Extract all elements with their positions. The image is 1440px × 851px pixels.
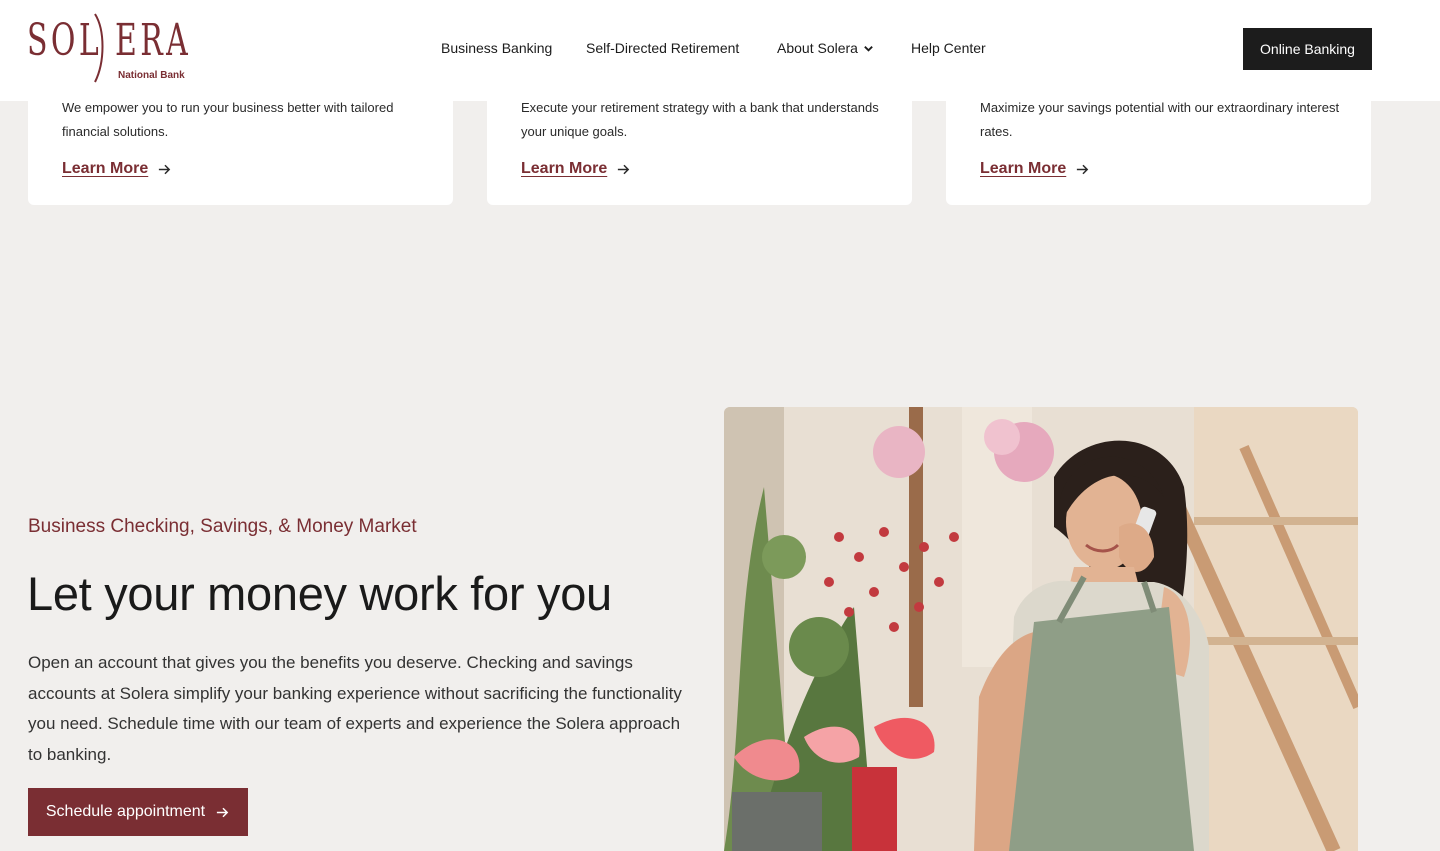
logo-mark-icon: [94, 13, 104, 83]
learn-more-label: Learn More: [521, 160, 608, 177]
arrow-right-icon: [216, 807, 229, 817]
card-text: Execute your retirement strategy with a …: [521, 100, 879, 139]
nav-about-solera[interactable]: About Solera: [777, 40, 874, 56]
nav-business-banking[interactable]: Business Banking: [441, 40, 552, 56]
section-headline: Let your money work for you: [27, 567, 612, 620]
section-body: Open an account that gives you the benef…: [28, 653, 682, 764]
learn-more-link[interactable]: Learn More: [62, 160, 172, 178]
chevron-down-icon: [864, 45, 873, 52]
logo-wordmark: SOL ERA: [27, 15, 192, 66]
arrow-right-icon: [618, 164, 630, 174]
learn-more-link[interactable]: Learn More: [521, 160, 631, 178]
arrow-right-icon: [159, 164, 171, 174]
learn-more-label: Learn More: [980, 160, 1067, 177]
arrow-right-icon: [1077, 164, 1089, 174]
section-eyebrow: Business Checking, Savings, & Money Mark…: [28, 516, 417, 537]
schedule-appointment-button[interactable]: Schedule appointment: [28, 788, 248, 836]
nav-help-center[interactable]: Help Center: [911, 40, 986, 56]
nav-about-solera-label: About Solera: [777, 40, 858, 56]
nav-self-directed-retirement[interactable]: Self-Directed Retirement: [586, 40, 739, 56]
solera-logo[interactable]: SOL ERA National Bank: [27, 10, 192, 85]
florist-photo: [724, 407, 1358, 851]
site-header: SOL ERA National Bank Business Banking S…: [0, 0, 1440, 101]
schedule-appointment-label: Schedule appointment: [45, 803, 206, 820]
online-banking-button[interactable]: Online Banking: [1243, 28, 1372, 70]
card-text: We empower you to run your business bett…: [62, 100, 394, 139]
learn-more-label: Learn More: [62, 160, 149, 177]
florist-illustration: [724, 407, 1358, 851]
card-text: Maximize your savings potential with our…: [980, 100, 1340, 139]
logo-subtitle: National Bank: [118, 70, 185, 81]
learn-more-link[interactable]: Learn More: [980, 160, 1090, 178]
